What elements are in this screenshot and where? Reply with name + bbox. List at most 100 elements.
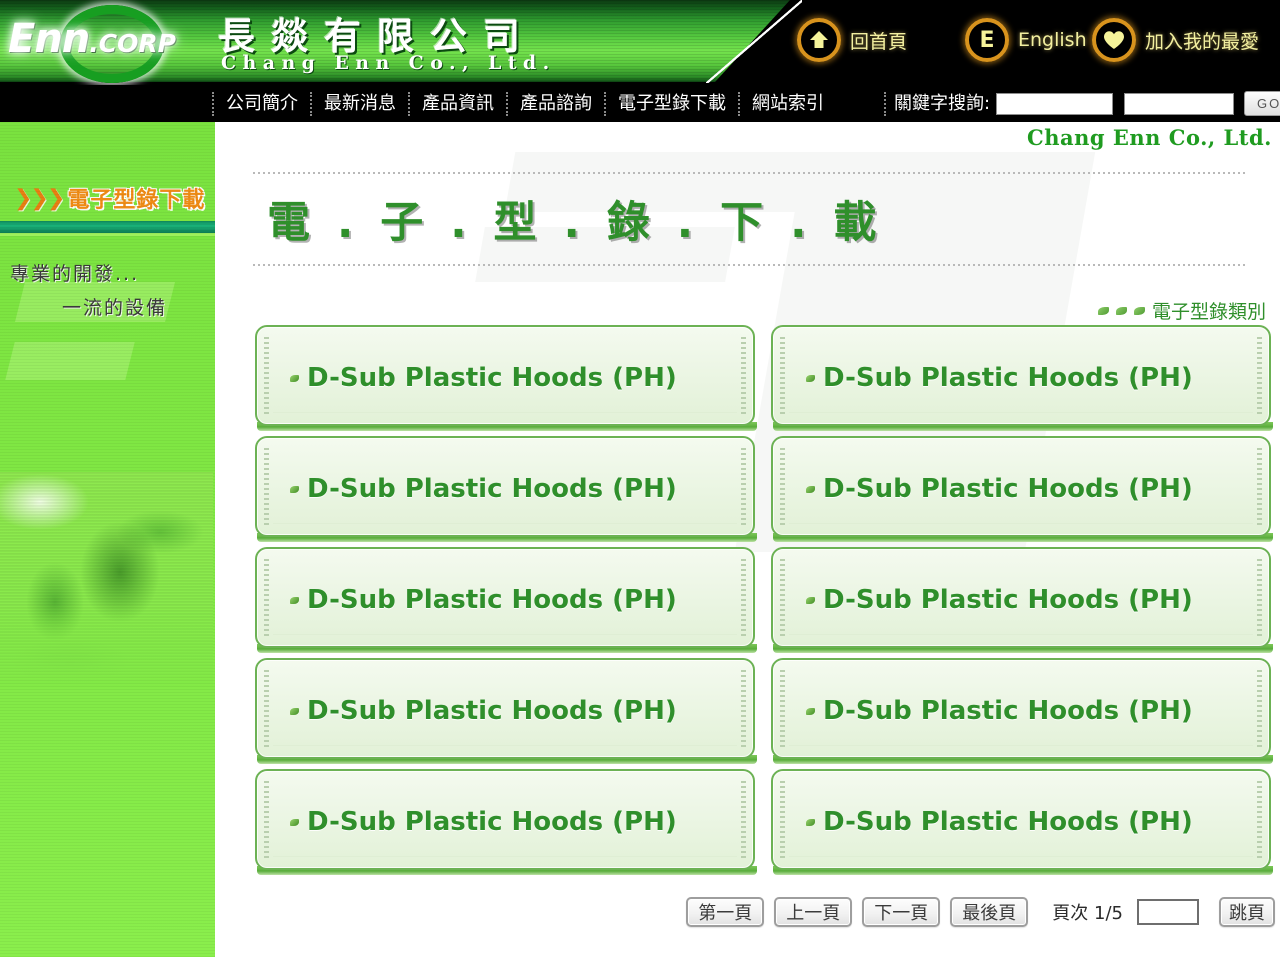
sidebar-photo (0, 472, 213, 687)
category-label-text: 電子型錄類別 (1151, 301, 1266, 323)
catalog-card-wrap: D-Sub Plastic Hoods (PH) (255, 322, 757, 433)
sidebar-tagline-line2: 一流的設備 (62, 297, 168, 319)
sidebar-divider (0, 221, 215, 233)
catalog-card-wrap: D-Sub Plastic Hoods (PH) (255, 433, 757, 544)
card-inner-line (273, 745, 737, 746)
card-edge-left (780, 448, 785, 526)
catalog-card[interactable]: D-Sub Plastic Hoods (PH) (771, 769, 1271, 870)
nav-item-product-info[interactable]: 產品資訊 (408, 91, 506, 116)
nav-item-catalog-download[interactable]: 電子型錄下載 (604, 91, 738, 116)
header-link-english[interactable]: E English (965, 16, 1087, 64)
catalog-card-label: D-Sub Plastic Hoods (PH) (307, 807, 677, 837)
pagination-next-button[interactable]: 下一頁 (862, 897, 941, 927)
pagination-last-button[interactable]: 最後頁 (950, 897, 1029, 927)
catalog-card[interactable]: D-Sub Plastic Hoods (PH) (255, 436, 755, 537)
english-icon-glyph: E (979, 27, 995, 53)
bullet-icon (806, 708, 815, 715)
bullet-icon (806, 597, 815, 604)
card-edge-right (1257, 337, 1262, 415)
nav-item-site-index[interactable]: 網站索引 (738, 91, 836, 116)
catalog-card-wrap: D-Sub Plastic Hoods (PH) (771, 766, 1273, 877)
catalog-card-wrap: D-Sub Plastic Hoods (PH) (255, 766, 757, 877)
card-edge-left (780, 559, 785, 637)
bullet-icon (290, 819, 299, 826)
pagination-jump-input[interactable] (1137, 899, 1199, 925)
leaf-icon-3 (1133, 306, 1145, 315)
leaf-icon-2 (1115, 306, 1127, 315)
catalog-card-wrap: D-Sub Plastic Hoods (PH) (771, 655, 1273, 766)
bullet-icon (290, 708, 299, 715)
card-edge-right (741, 670, 746, 748)
pagination: 第一頁 上一頁 下一頁 最後頁 頁次 1/5 跳頁 (255, 897, 1275, 927)
company-logo[interactable]: Enn.CORP (8, 2, 213, 84)
catalog-card[interactable]: D-Sub Plastic Hoods (PH) (771, 547, 1271, 648)
card-inner-line (789, 523, 1253, 524)
card-inner-line (273, 634, 737, 635)
catalog-card[interactable]: D-Sub Plastic Hoods (PH) (255, 325, 755, 426)
header-link-favorite[interactable]: 加入我的最愛 (1092, 16, 1259, 64)
card-inner-line (273, 412, 737, 413)
sidebar-divider-light (0, 233, 215, 236)
heart-icon (1092, 18, 1136, 62)
nav-item-product-inquiry[interactable]: 產品諮詢 (506, 91, 604, 116)
card-edge-left (264, 670, 269, 748)
pagination-jump-button[interactable]: 跳頁 (1219, 897, 1275, 927)
main-navigation: 公司簡介 最新消息 產品資訊 產品諮詢 電子型錄下載 網站索引 關鍵字搜詢: G… (0, 85, 1280, 122)
card-edge-right (1257, 559, 1262, 637)
catalog-card-wrap: D-Sub Plastic Hoods (PH) (771, 544, 1273, 655)
search-input-1[interactable] (996, 92, 1114, 115)
catalog-card-grid: D-Sub Plastic Hoods (PH) D-Sub Plastic H… (255, 322, 1273, 877)
catalog-card-wrap: D-Sub Plastic Hoods (PH) (255, 655, 757, 766)
catalog-card-wrap: D-Sub Plastic Hoods (PH) (255, 544, 757, 655)
header-link-home[interactable]: 回首頁 (797, 16, 907, 64)
catalog-card[interactable]: D-Sub Plastic Hoods (PH) (255, 547, 755, 648)
catalog-card[interactable]: D-Sub Plastic Hoods (PH) (771, 436, 1271, 537)
header-link-home-label: 回首頁 (850, 30, 908, 53)
keyword-search-group: 關鍵字搜詢: GO (884, 85, 1280, 122)
catalog-card-label: D-Sub Plastic Hoods (PH) (823, 585, 1193, 615)
catalog-card-label: D-Sub Plastic Hoods (PH) (823, 696, 1193, 726)
catalog-card-label: D-Sub Plastic Hoods (PH) (823, 807, 1193, 837)
catalog-card-label: D-Sub Plastic Hoods (PH) (307, 585, 677, 615)
page-root: Enn.CORP 長燚有限公司 Chang Enn Co., Ltd. 回首頁 … (0, 0, 1280, 957)
card-edge-left (264, 448, 269, 526)
search-input-2[interactable] (1124, 92, 1235, 115)
nav-item-news[interactable]: 最新消息 (310, 91, 408, 116)
category-label: 電子型錄類別 (1097, 297, 1266, 324)
catalog-card[interactable]: D-Sub Plastic Hoods (PH) (771, 325, 1271, 426)
pagination-status: 頁次 1/5 (1052, 903, 1123, 924)
bullet-icon (290, 597, 299, 604)
sidebar: ❯❯❯ 電子型錄下載 專業的開發... 一流的設備 (0, 122, 215, 957)
header-link-favorite-label: 加入我的最愛 (1145, 30, 1260, 53)
company-name-english: Chang Enn Co., Ltd. (221, 52, 556, 74)
pagination-first-button[interactable]: 第一頁 (686, 897, 765, 927)
catalog-card-label: D-Sub Plastic Hoods (PH) (307, 474, 677, 504)
content-panel: Chang Enn Co., Ltd. 電 . 子 . 型 . 錄 . 下 . … (215, 122, 1280, 957)
nav-item-company-profile[interactable]: 公司簡介 (212, 91, 310, 116)
card-edge-left (264, 559, 269, 637)
search-go-button[interactable]: GO (1244, 91, 1280, 116)
search-label: 關鍵字搜詢: (884, 91, 990, 116)
sidebar-tagline: 專業的開發... 一流的設備 (0, 257, 215, 325)
chevrons-icon: ❯❯❯ (14, 185, 65, 211)
card-edge-left (264, 781, 269, 859)
page-title: 電 . 子 . 型 . 錄 . 下 . 載 (267, 198, 883, 248)
catalog-card[interactable]: D-Sub Plastic Hoods (PH) (771, 658, 1271, 759)
card-inner-line (273, 856, 737, 857)
card-inner-line (789, 856, 1253, 857)
card-edge-right (1257, 448, 1262, 526)
card-inner-line (789, 412, 1253, 413)
content-brand-text: Chang Enn Co., Ltd. (1027, 125, 1272, 150)
sidebar-item-catalog-download[interactable]: ❯❯❯ 電子型錄下載 (0, 177, 215, 219)
english-icon: E (965, 18, 1009, 62)
logo-wordmark: Enn.CORP (8, 16, 208, 62)
card-edge-left (264, 337, 269, 415)
pagination-prev-button[interactable]: 上一頁 (774, 897, 853, 927)
leaf-icon-1 (1097, 306, 1109, 315)
card-inner-line (273, 523, 737, 524)
bullet-icon (806, 486, 815, 493)
catalog-card[interactable]: D-Sub Plastic Hoods (PH) (255, 658, 755, 759)
catalog-card-label: D-Sub Plastic Hoods (PH) (823, 474, 1193, 504)
catalog-card[interactable]: D-Sub Plastic Hoods (PH) (255, 769, 755, 870)
sidebar-tagline-line1: 專業的開發... (10, 263, 140, 285)
